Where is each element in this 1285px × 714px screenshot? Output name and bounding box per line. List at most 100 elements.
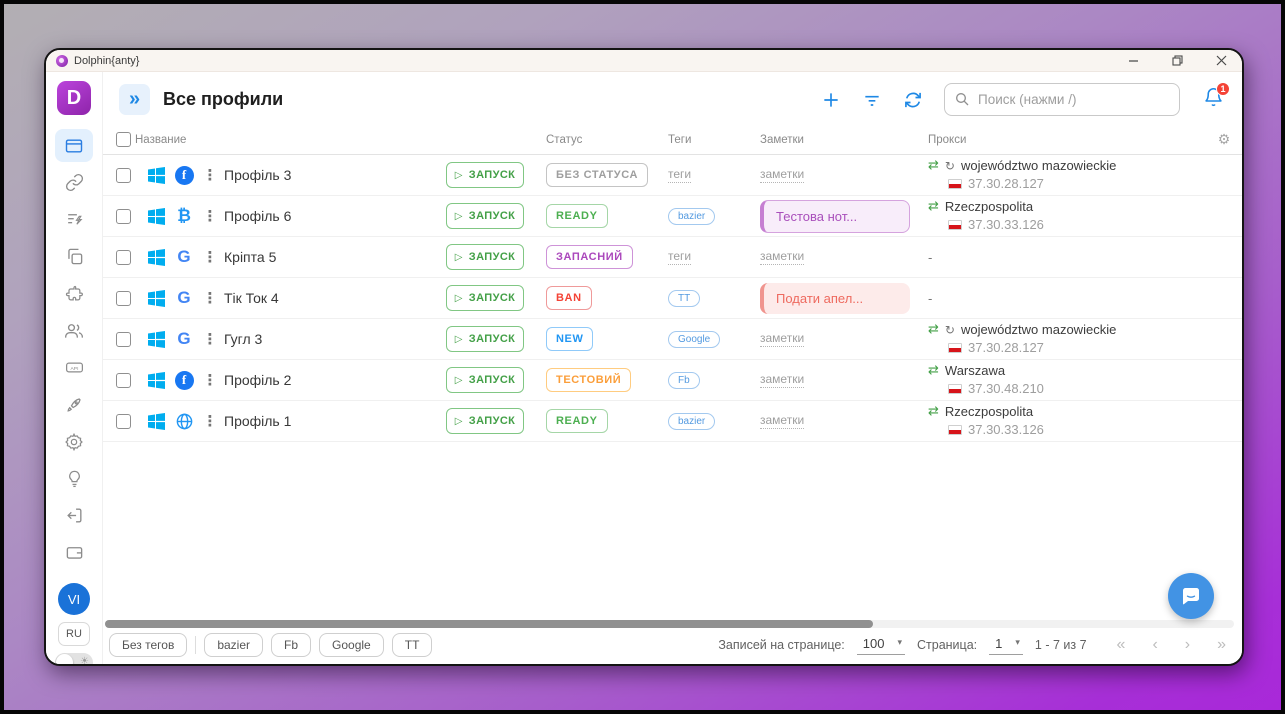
status-badge[interactable]: BAN bbox=[546, 286, 592, 310]
tag-chip[interactable]: bazier bbox=[668, 412, 716, 430]
tag-chip[interactable]: Google bbox=[668, 330, 721, 348]
status-badge[interactable]: READY bbox=[546, 204, 608, 228]
note-badge[interactable]: Тестова нот... bbox=[760, 199, 910, 233]
notes-placeholder[interactable]: заметки bbox=[760, 331, 805, 347]
last-page-icon[interactable]: » bbox=[1217, 636, 1226, 654]
row-menu-icon[interactable]: ⋮ bbox=[203, 166, 218, 184]
launch-button[interactable]: ▷ ЗАПУСК bbox=[446, 203, 524, 229]
table-row[interactable]: G ⋮ Гугл 3 ▷ ЗАПУСК NEW Google заметки ⇄ ↻… bbox=[103, 319, 1242, 360]
tag-filter-no-tags[interactable]: Без тегов bbox=[109, 633, 188, 657]
column-tags[interactable]: Теги bbox=[668, 134, 691, 146]
sidebar-item-settings[interactable] bbox=[55, 425, 93, 458]
sidebar-item-logout[interactable] bbox=[55, 499, 93, 532]
table-row[interactable]: f ⋮ Профіль 3 ▷ ЗАПУСК БЕЗ СТАТУСА теги з… bbox=[103, 155, 1242, 196]
column-notes[interactable]: Заметки bbox=[760, 134, 804, 146]
proxy-swap-icon[interactable]: ⇄ bbox=[928, 198, 939, 216]
first-page-icon[interactable]: « bbox=[1117, 636, 1126, 654]
row-checkbox[interactable] bbox=[116, 372, 131, 388]
sidebar-item-team[interactable] bbox=[55, 314, 93, 347]
row-checkbox[interactable] bbox=[116, 413, 131, 429]
table-row[interactable]: G ⋮ Тік Ток 4 ▷ ЗАПУСК BAN TT Подати апел… bbox=[103, 278, 1242, 319]
column-name[interactable]: Название bbox=[135, 134, 186, 146]
column-settings-gear-icon[interactable]: ⚙ bbox=[1218, 131, 1231, 148]
add-profile-button[interactable] bbox=[821, 90, 841, 110]
launch-button[interactable]: ▷ ЗАПУСК bbox=[446, 285, 524, 311]
filter-button[interactable] bbox=[862, 90, 882, 110]
proxy-swap-icon[interactable]: ⇄ bbox=[928, 321, 939, 339]
status-badge[interactable]: БЕЗ СТАТУСА bbox=[546, 163, 649, 187]
proxy-rotate-icon[interactable]: ↻ bbox=[945, 322, 955, 339]
rows-per-page-select[interactable]: 100 ▾ bbox=[856, 636, 905, 655]
column-proxy[interactable]: Прокси bbox=[928, 134, 966, 146]
prev-page-icon[interactable]: ‹ bbox=[1152, 636, 1157, 654]
sidebar-item-automation[interactable] bbox=[55, 203, 93, 236]
sidebar-item-wallet[interactable] bbox=[55, 536, 93, 569]
launch-button[interactable]: ▷ ЗАПУСК bbox=[446, 244, 524, 270]
row-menu-icon[interactable]: ⋮ bbox=[203, 207, 218, 225]
table-row[interactable]: G ⋮ Кріпта 5 ▷ ЗАПУСК ЗАПАСНИЙ теги замет… bbox=[103, 237, 1242, 278]
launch-button[interactable]: ▷ ЗАПУСК bbox=[446, 326, 524, 352]
tags-placeholder[interactable]: теги bbox=[668, 167, 692, 183]
search-input[interactable] bbox=[944, 83, 1180, 116]
notes-placeholder[interactable]: заметки bbox=[760, 167, 805, 183]
row-menu-icon[interactable]: ⋮ bbox=[203, 289, 218, 307]
note-badge[interactable]: Подати апел... bbox=[760, 282, 910, 314]
proxy-swap-icon[interactable]: ⇄ bbox=[928, 157, 939, 175]
status-badge[interactable]: ТЕСТОВИЙ bbox=[546, 368, 632, 392]
support-chat-button[interactable] bbox=[1168, 573, 1214, 619]
row-checkbox[interactable] bbox=[116, 208, 131, 224]
tag-chip[interactable]: bazier bbox=[668, 207, 716, 225]
sidebar-item-api[interactable]: API bbox=[55, 351, 93, 384]
proxy-rotate-icon[interactable]: ↻ bbox=[945, 158, 955, 175]
theme-toggle[interactable]: ☀ bbox=[55, 653, 93, 664]
close-icon[interactable] bbox=[1214, 54, 1228, 68]
table-row[interactable]: f ⋮ Профіль 2 ▷ ЗАПУСК ТЕСТОВИЙ Fb заметк… bbox=[103, 360, 1242, 401]
dolphin-logo[interactable]: D bbox=[57, 81, 91, 115]
sidebar-item-proxy[interactable] bbox=[55, 166, 93, 199]
notes-placeholder[interactable]: заметки bbox=[760, 413, 805, 429]
restore-icon[interactable] bbox=[1170, 54, 1184, 68]
notifications-button[interactable]: 1 bbox=[1203, 81, 1230, 113]
next-page-icon[interactable]: › bbox=[1185, 636, 1190, 654]
tag-filter-google[interactable]: Google bbox=[319, 633, 384, 657]
refresh-button[interactable] bbox=[903, 90, 923, 110]
tag-chip[interactable]: Fb bbox=[668, 371, 700, 389]
row-menu-icon[interactable]: ⋮ bbox=[203, 330, 218, 348]
tag-filter-fb[interactable]: Fb bbox=[271, 633, 312, 657]
sidebar-item-profiles[interactable] bbox=[55, 129, 93, 162]
tag-filter-bazier[interactable]: bazier bbox=[204, 633, 264, 657]
sidebar-item-ideas[interactable] bbox=[55, 462, 93, 495]
proxy-swap-icon[interactable]: ⇄ bbox=[928, 403, 939, 421]
tag-filter-tt[interactable]: TT bbox=[391, 633, 433, 657]
row-checkbox[interactable] bbox=[116, 331, 131, 347]
notes-placeholder[interactable]: заметки bbox=[760, 372, 805, 388]
select-all-checkbox[interactable] bbox=[116, 132, 131, 147]
proxy-swap-icon[interactable]: ⇄ bbox=[928, 362, 939, 380]
row-checkbox[interactable] bbox=[116, 290, 131, 306]
row-menu-icon[interactable]: ⋮ bbox=[203, 248, 218, 266]
row-menu-icon[interactable]: ⋮ bbox=[203, 412, 218, 430]
expand-sidebar-button[interactable]: » bbox=[119, 84, 150, 115]
sidebar-item-upgrade[interactable] bbox=[55, 388, 93, 421]
horizontal-scrollbar[interactable] bbox=[105, 620, 1234, 628]
row-checkbox[interactable] bbox=[116, 249, 131, 265]
status-badge[interactable]: NEW bbox=[546, 327, 594, 351]
table-row[interactable]: ₿ ⋮ Профіль 6 ▷ ЗАПУСК READY bazier Тесто… bbox=[103, 196, 1242, 237]
column-status[interactable]: Статус bbox=[546, 134, 582, 146]
status-badge[interactable]: ЗАПАСНИЙ bbox=[546, 245, 633, 269]
launch-button[interactable]: ▷ ЗАПУСК bbox=[446, 162, 524, 188]
language-button[interactable]: RU bbox=[58, 622, 90, 646]
row-menu-icon[interactable]: ⋮ bbox=[203, 371, 218, 389]
minimize-icon[interactable] bbox=[1126, 54, 1140, 68]
table-row[interactable]: ⋮ Профіль 1 ▷ ЗАПУСК READY bazier заметки… bbox=[103, 401, 1242, 442]
row-checkbox[interactable] bbox=[116, 167, 131, 183]
tags-placeholder[interactable]: теги bbox=[668, 249, 692, 265]
page-select[interactable]: 1 ▾ bbox=[989, 636, 1023, 655]
tag-chip[interactable]: TT bbox=[668, 289, 701, 307]
launch-button[interactable]: ▷ ЗАПУСК bbox=[446, 367, 524, 393]
status-badge[interactable]: READY bbox=[546, 409, 608, 433]
launch-button[interactable]: ▷ ЗАПУСК bbox=[446, 408, 524, 434]
user-avatar[interactable]: VI bbox=[58, 583, 90, 615]
scrollbar-thumb[interactable] bbox=[105, 620, 873, 628]
sidebar-item-extensions[interactable] bbox=[55, 277, 93, 310]
